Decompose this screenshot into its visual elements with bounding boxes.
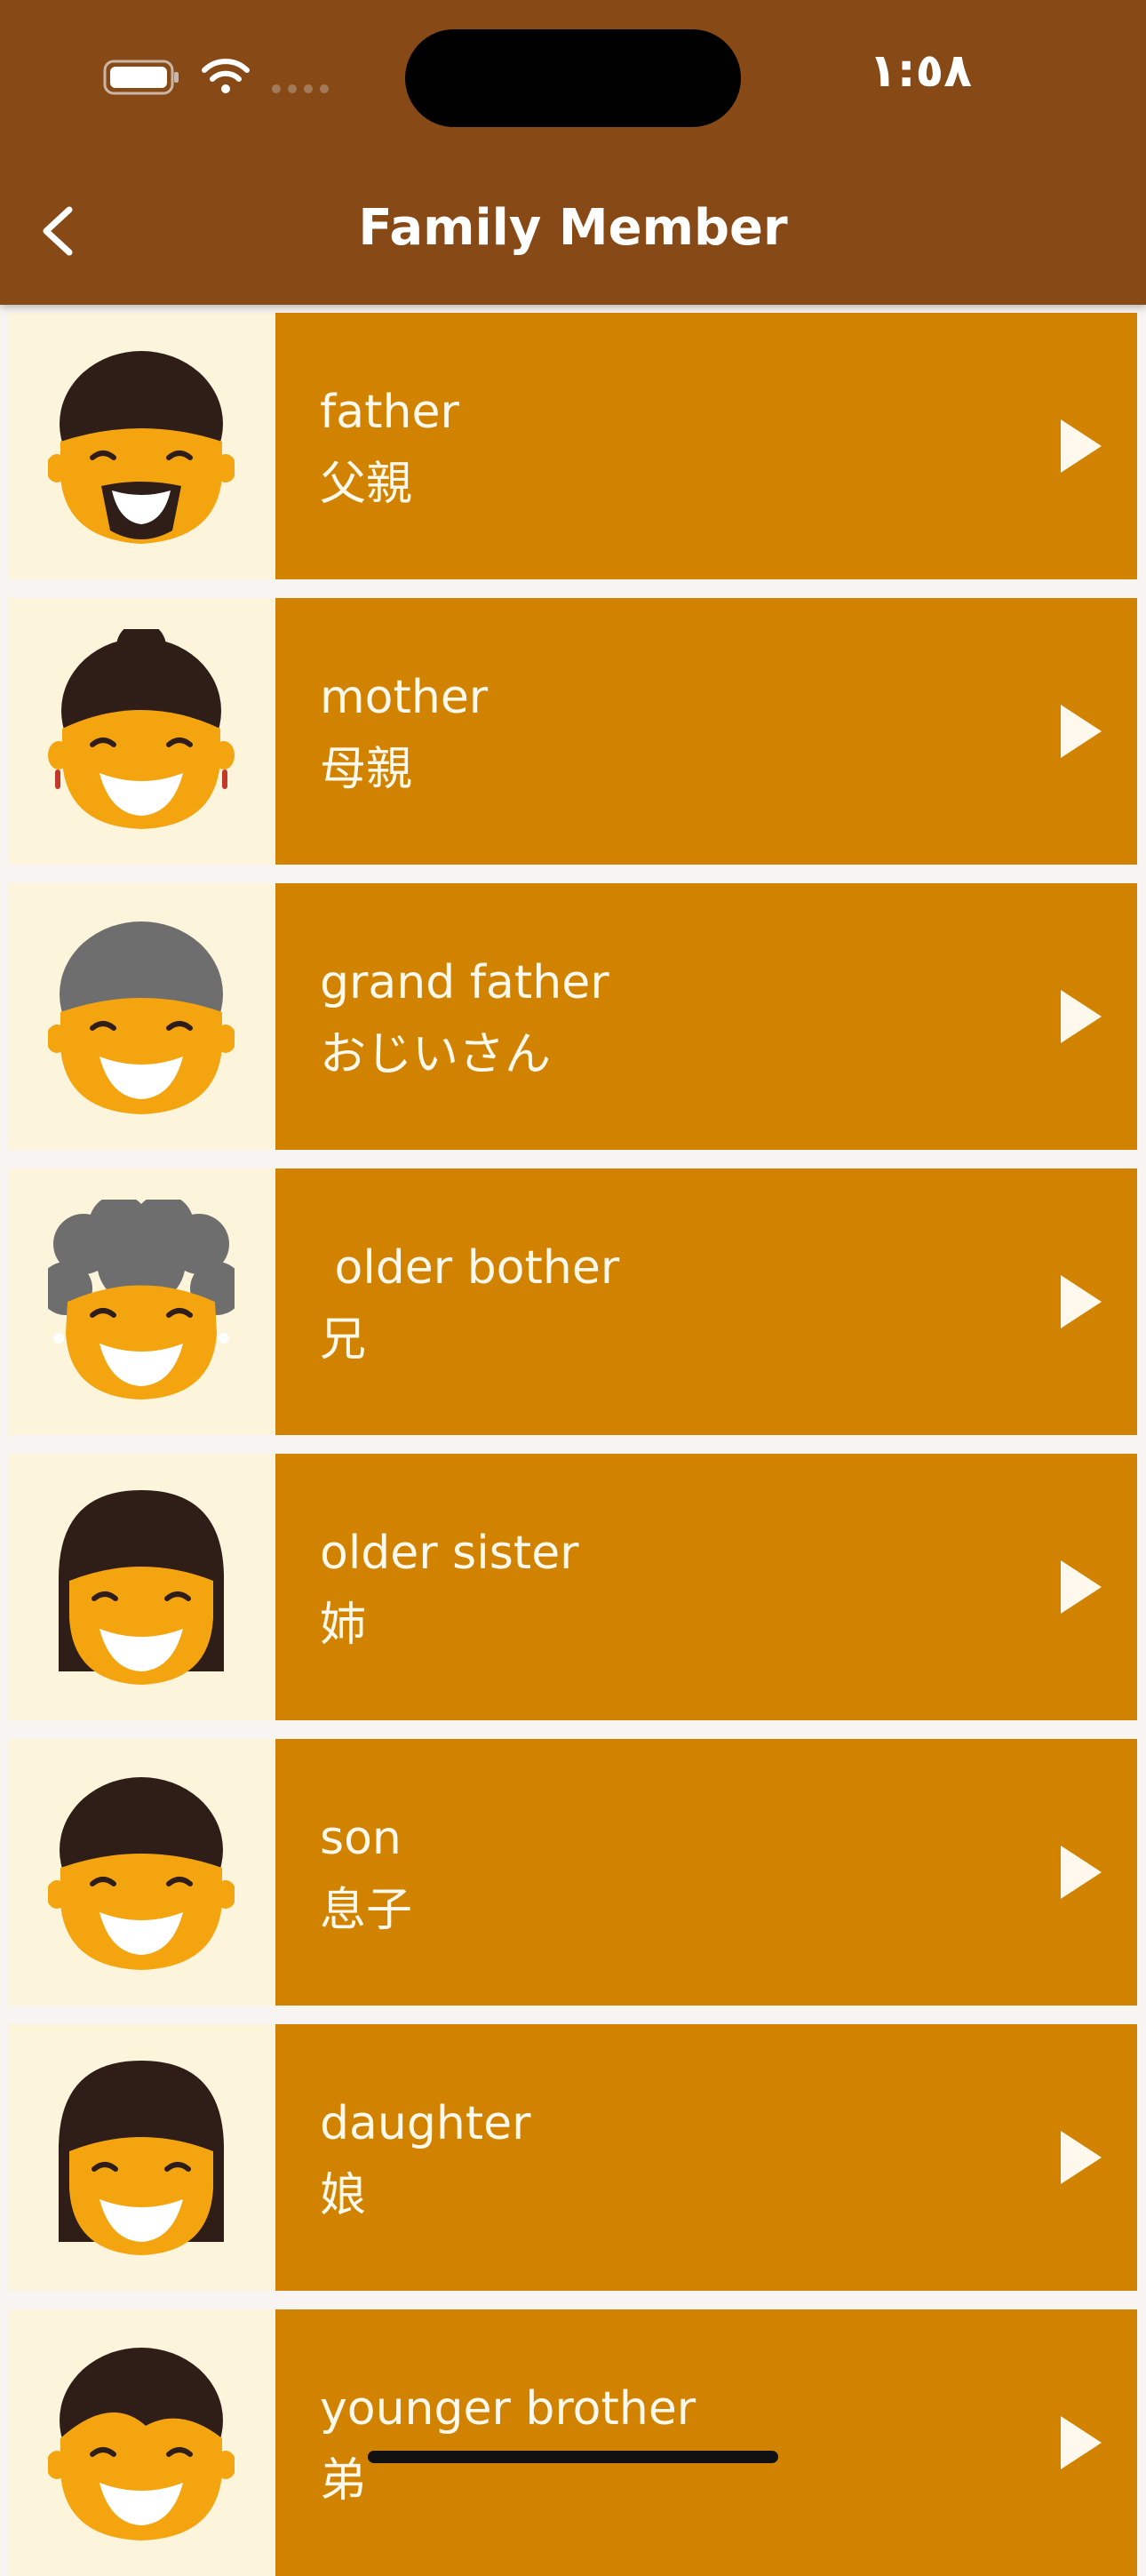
english-word: daughter	[320, 2097, 531, 2150]
play-icon[interactable]	[1059, 2129, 1103, 2186]
member-label-box[interactable]: daughter 娘	[275, 2024, 1137, 2291]
avatar	[9, 1168, 274, 1435]
long-haired-woman-avatar-icon	[58, 1490, 225, 1685]
man-beard-avatar-icon	[48, 351, 235, 544]
english-word: younger brother	[320, 2382, 696, 2436]
list-item-daughter[interactable]: daughter 娘	[9, 2024, 1137, 2291]
avatar	[9, 2309, 274, 2576]
avatar	[9, 313, 274, 579]
home-indicator[interactable]	[368, 2451, 778, 2463]
list-item-father[interactable]: father 父親	[9, 313, 1137, 579]
avatar	[9, 1454, 274, 1720]
english-word: mother	[320, 671, 489, 724]
short-haired-man-avatar-icon	[48, 1777, 235, 1970]
app-bar: ١:٥٨ Family Member	[0, 0, 1146, 305]
japanese-word: 姉	[320, 1599, 367, 1652]
japanese-word: 母親	[320, 743, 413, 796]
member-label-box[interactable]: older sister 姉	[275, 1454, 1137, 1720]
cellular-signal-icon	[272, 84, 329, 93]
english-word: father	[320, 386, 459, 439]
list-item-older-brother[interactable]: older bother 兄	[9, 1168, 1137, 1435]
japanese-word: 弟	[320, 2454, 367, 2508]
member-label-box[interactable]: son 息子	[275, 1739, 1137, 2006]
avatar	[9, 2024, 274, 2291]
avatar	[9, 1739, 274, 2006]
member-label-box[interactable]: father 父親	[275, 313, 1137, 579]
grey-haired-man-avatar-icon	[48, 921, 235, 1114]
member-label-box[interactable]: older bother 兄	[275, 1168, 1137, 1435]
japanese-word: 兄	[320, 1313, 367, 1367]
wifi-icon	[202, 59, 250, 93]
japanese-word: 娘	[320, 2169, 367, 2222]
list-item-younger-brother[interactable]: younger brother 弟	[9, 2309, 1137, 2576]
list-item-older-sister[interactable]: older sister 姉	[9, 1454, 1137, 1720]
member-label-box[interactable]: grand father おじいさん	[275, 883, 1137, 1150]
avatar	[9, 883, 274, 1150]
battery-icon	[103, 60, 179, 95]
member-label-box[interactable]: younger brother 弟	[275, 2309, 1137, 2576]
status-time: ١:٥٨	[868, 44, 972, 98]
list-item-son[interactable]: son 息子	[9, 1739, 1137, 2006]
japanese-word: 父親	[320, 458, 413, 511]
english-word: older bother	[320, 1241, 620, 1295]
english-word: son	[320, 1812, 402, 1865]
play-icon[interactable]	[1059, 418, 1103, 475]
play-icon[interactable]	[1059, 1844, 1103, 1901]
dynamic-island	[405, 29, 741, 127]
long-haired-girl-avatar-icon	[58, 2061, 225, 2255]
japanese-word: 息子	[320, 1884, 413, 1937]
play-icon[interactable]	[1059, 703, 1103, 760]
list-item-mother[interactable]: mother 母親	[9, 598, 1137, 865]
english-word: older sister	[320, 1527, 579, 1580]
english-word: grand father	[320, 956, 609, 1009]
play-icon[interactable]	[1059, 2414, 1103, 2471]
woman-bun-earrings-avatar-icon	[48, 629, 235, 829]
play-icon[interactable]	[1059, 1559, 1103, 1615]
side-parted-boy-avatar-icon	[48, 2348, 235, 2540]
list-item-grand-father[interactable]: grand father おじいさん	[9, 883, 1137, 1150]
page-title: Family Member	[358, 199, 788, 257]
japanese-word: おじいさん	[320, 1028, 552, 1081]
status-bar: ١:٥٨	[0, 0, 1146, 151]
play-icon[interactable]	[1059, 1273, 1103, 1330]
member-label-box[interactable]: mother 母親	[275, 598, 1137, 865]
play-icon[interactable]	[1059, 988, 1103, 1045]
curly-grey-haired-woman-avatar-icon	[48, 1200, 235, 1400]
avatar	[9, 598, 274, 865]
